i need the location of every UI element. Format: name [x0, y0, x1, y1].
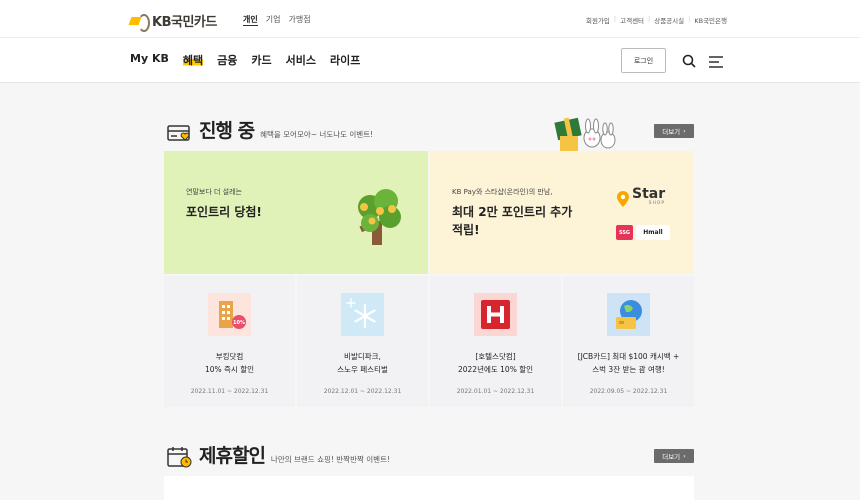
shop-word: SHOP	[648, 201, 666, 206]
tab-merchant[interactable]: 가맹점	[288, 14, 310, 26]
banner-headline: 포인트리 당첨!	[186, 205, 262, 219]
main-nav: My KB 혜택 금융 카드 서비스 라이프 로그인	[0, 38, 860, 83]
utility-links: 회원가입 | 고객센터 | 상품공시실 | KB국민은행	[586, 15, 727, 25]
banner-headline-line1: 최대 2만 포인트리 추가	[452, 205, 573, 219]
card-title: 부킹닷컴 10% 즉시 할인	[164, 350, 295, 376]
menu-my-kb[interactable]: My KB	[130, 52, 169, 68]
tab-personal[interactable]: 개인	[243, 14, 258, 26]
discount-badge: 10%	[233, 320, 245, 326]
menu-life[interactable]: 라이프	[330, 52, 360, 68]
section-title: 진행 중	[199, 120, 255, 142]
hotels-logo-icon	[474, 293, 517, 336]
signup-link[interactable]: 회원가입	[586, 15, 610, 25]
card-title-line2: 10% 즉시 할인	[204, 365, 255, 374]
section-ongoing-header: 진행 중 혜택을 모어모아~ 너도나도 이벤트!	[167, 116, 373, 143]
map-pin-icon	[617, 191, 629, 207]
kb-star-icon	[130, 13, 150, 32]
section-subtitle: 혜택을 모어모아~ 너도나도 이벤트!	[260, 130, 374, 139]
hmall-logo: Hmall	[636, 225, 670, 240]
banner-point-tree[interactable]: 연말보다 더 설레는 포인트리 당첨!	[164, 151, 428, 274]
card-date: 2022.12.01 ~ 2022.12.31	[323, 388, 402, 395]
star-shop-logo: Star SHOP	[616, 186, 666, 209]
divider: |	[648, 15, 651, 23]
banner-small-text: 연말보다 더 설레는	[186, 188, 242, 196]
event-card[interactable]: 비발디파크, 스노우 페스티벌 2022.12.01 ~ 2022.12.31	[297, 276, 428, 407]
kb-logo[interactable]: KB국민카드	[130, 11, 217, 32]
banner-headline-line2: 적립!	[452, 223, 480, 237]
divider: |	[613, 15, 617, 23]
card-title-line1: 비발디파크,	[344, 352, 381, 361]
calendar-clock-icon	[167, 447, 192, 468]
booking-building-icon: 10%	[208, 293, 251, 336]
gift-bunny-illustration	[554, 117, 616, 152]
card-date: 2022.01.01 ~ 2022.12.31	[456, 388, 535, 395]
banner-star-shop[interactable]: KB Pay와 스타샵(온라인)의 만남, 최대 2만 포인트리 추가 적립! …	[430, 151, 694, 274]
card-title-line1: [JCB카드] 최대 $100 캐시백 +	[577, 352, 680, 361]
chevron-right-icon: ›	[683, 127, 686, 135]
section-subtitle: 나만의 브랜드 쇼핑! 반짝반짝 이벤트!	[270, 455, 390, 464]
more-label: 더보기	[662, 453, 681, 461]
card-title-line2: 2022년에도 10% 할인	[457, 365, 534, 374]
tab-business[interactable]: 기업	[266, 14, 281, 26]
customer-center-link[interactable]: 고객센터	[620, 15, 644, 25]
partnership-list-top	[164, 476, 694, 500]
hamburger-menu-icon[interactable]	[709, 56, 723, 68]
card-title: 비발디파크, 스노우 페스티벌	[297, 350, 428, 376]
search-icon[interactable]	[682, 54, 696, 68]
main-menu: My KB 혜택 금융 카드 서비스 라이프	[130, 52, 360, 68]
menu-card[interactable]: 카드	[251, 52, 271, 68]
event-card[interactable]: 10% 부킹닷컴 10% 즉시 할인 2022.11.01 ~ 2022.12.…	[164, 276, 295, 407]
menu-service[interactable]: 서비스	[286, 52, 316, 68]
chevron-right-icon: ›	[683, 452, 686, 460]
card-title: [호텔스닷컴] 2022년에도 10% 할인	[430, 350, 561, 376]
banner-small-text: KB Pay와 스타샵(온라인)의 만남,	[452, 188, 553, 196]
menu-benefits[interactable]: 혜택	[182, 52, 204, 68]
top-bar: KB국민카드 개인 기업 가맹점 회원가입 | 고객센터 | 상품공시실 | K…	[0, 0, 860, 38]
login-button[interactable]: 로그인	[621, 48, 666, 73]
globe-card-icon	[607, 293, 650, 336]
point-tree-icon	[358, 189, 401, 245]
customer-segment-tabs: 개인 기업 가맹점	[243, 14, 311, 26]
card-date: 2022.09.05 ~ 2022.12.31	[589, 388, 668, 395]
card-title-line1: [호텔스닷컴]	[475, 352, 516, 361]
more-button[interactable]: 더보기 ›	[654, 449, 694, 463]
card-title-line2: 스벅 3잔 받는 괌 여행!	[592, 365, 665, 374]
logo-text: KB국민카드	[152, 15, 217, 30]
snowflake-icon	[341, 293, 384, 336]
ssg-logo: SSG	[616, 225, 633, 240]
event-card[interactable]: [JCB카드] 최대 $100 캐시백 + 스벅 3잔 받는 괌 여행! 202…	[563, 276, 694, 407]
divider: |	[688, 15, 691, 23]
star-word: Star	[632, 186, 666, 202]
product-disclosure-link[interactable]: 상품공시실	[654, 15, 684, 25]
card-date: 2022.11.01 ~ 2022.12.31	[190, 388, 269, 395]
event-card[interactable]: [호텔스닷컴] 2022년에도 10% 할인 2022.01.01 ~ 2022…	[430, 276, 561, 407]
more-button[interactable]: 더보기 ›	[654, 124, 694, 138]
more-label: 더보기	[662, 128, 681, 136]
kb-bank-link[interactable]: KB국민은행	[694, 15, 727, 25]
menu-finance[interactable]: 금융	[217, 52, 237, 68]
card-title-line1: 부킹닷컴	[215, 352, 244, 361]
section-title: 제휴할인	[199, 445, 266, 467]
section-partnership-header: 제휴할인 나만의 브랜드 쇼핑! 반짝반짝 이벤트!	[167, 441, 390, 468]
card-title-line2: 스노우 페스티벌	[337, 365, 388, 374]
card-heart-icon	[167, 125, 190, 141]
card-title: [JCB카드] 최대 $100 캐시백 + 스벅 3잔 받는 괌 여행!	[563, 350, 694, 376]
